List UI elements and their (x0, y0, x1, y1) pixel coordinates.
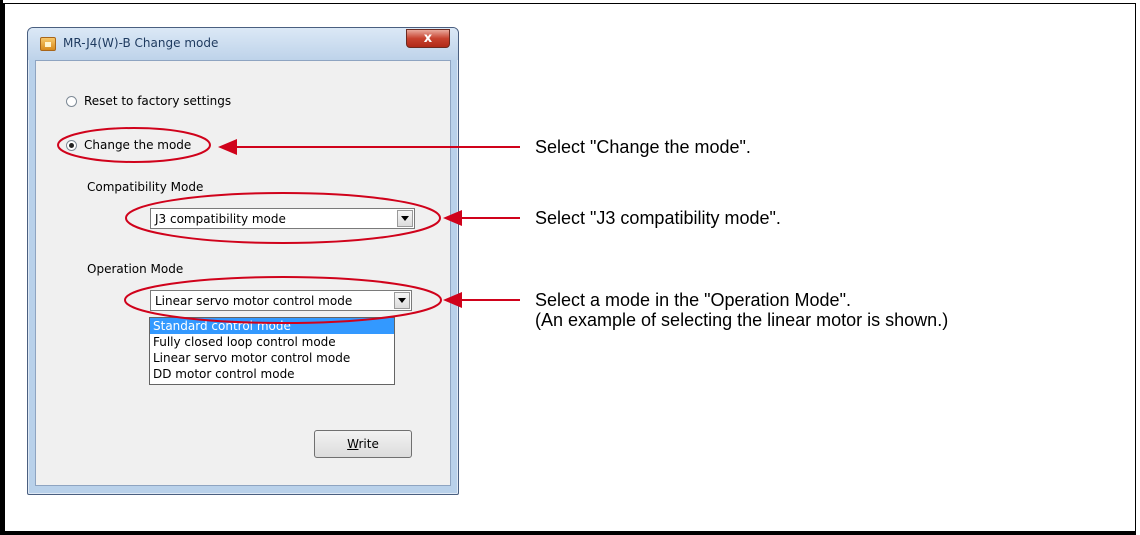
chevron-down-icon[interactable] (394, 292, 410, 309)
dropdown-option[interactable]: Standard control mode (150, 318, 394, 334)
write-accelerator: W (347, 437, 359, 451)
reset-label: Reset to factory settings (84, 94, 232, 108)
chevron-down-icon[interactable] (397, 210, 413, 227)
operation-mode-label: Operation Mode (87, 262, 184, 276)
title-bar[interactable]: MR-J4(W)-B Change mode x (28, 28, 458, 60)
reset-radio-button[interactable] (66, 95, 77, 107)
dropdown-option[interactable]: Fully closed loop control mode (150, 334, 394, 350)
change-mode-option[interactable]: Change the mode (66, 138, 191, 152)
callout-compatibility: Select "J3 compatibility mode". (535, 208, 781, 228)
operation-mode-select[interactable]: Linear servo motor control mode (150, 290, 412, 311)
operation-mode-dropdown-list: Standard control mode Fully closed loop … (149, 317, 395, 385)
callout-operation-line2: (An example of selecting the linear moto… (535, 310, 949, 330)
figure-frame-bottom (3, 531, 1136, 535)
callout-operation-line1: Select a mode in the "Operation Mode". (535, 290, 851, 310)
callout-change-mode: Select "Change the mode". (535, 137, 751, 157)
window-title: MR-J4(W)-B Change mode (63, 36, 219, 50)
compatibility-mode-label: Compatibility Mode (87, 180, 204, 194)
close-button[interactable]: x (406, 29, 450, 48)
write-label-rest: rite (358, 437, 379, 451)
compatibility-mode-select[interactable]: J3 compatibility mode (150, 208, 415, 229)
dropdown-option[interactable]: DD motor control mode (150, 366, 394, 382)
app-icon (40, 37, 56, 51)
change-mode-radio-button[interactable] (66, 139, 77, 151)
write-button[interactable]: Write (314, 430, 412, 458)
compatibility-mode-value: J3 compatibility mode (155, 212, 286, 226)
dropdown-option[interactable]: Linear servo motor control mode (150, 350, 394, 366)
change-mode-label: Change the mode (84, 138, 192, 152)
operation-mode-value: Linear servo motor control mode (155, 294, 353, 308)
reset-factory-option[interactable]: Reset to factory settings (66, 94, 231, 108)
